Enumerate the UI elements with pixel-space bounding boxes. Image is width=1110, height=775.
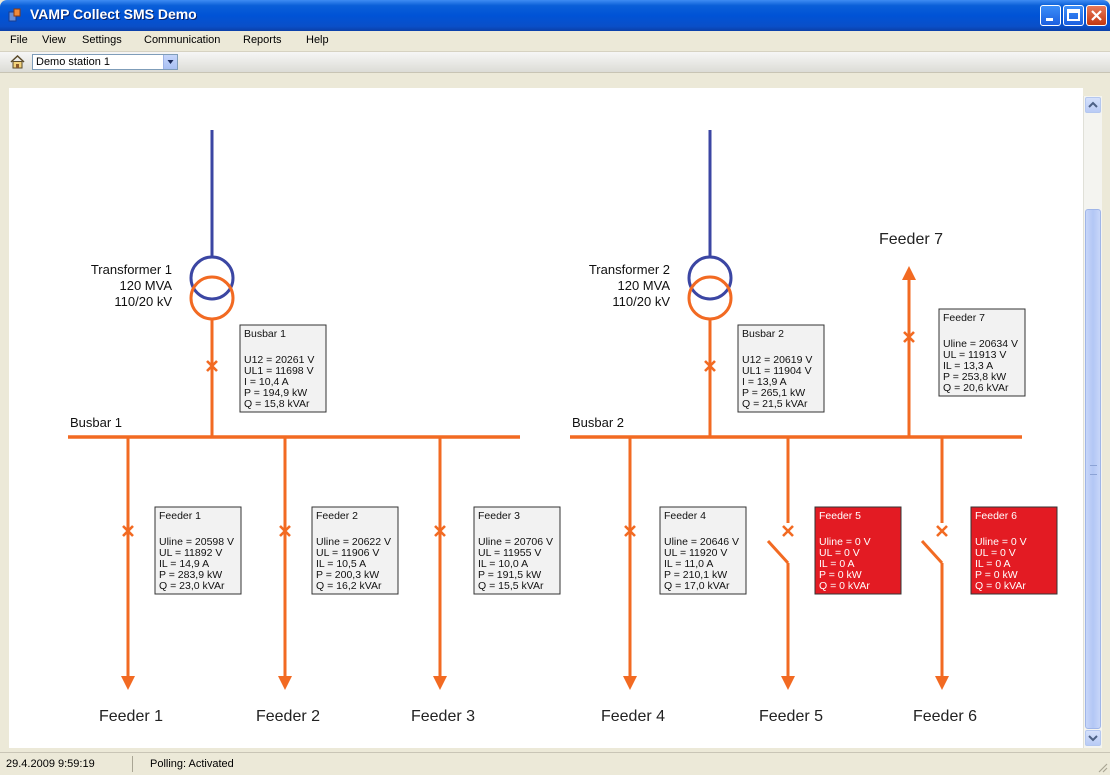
feeder-6-breaker[interactable] bbox=[936, 525, 948, 537]
feeder-4-arrow bbox=[623, 676, 637, 690]
feeder-6-measurement: Q = 0 kVAr bbox=[975, 580, 1026, 592]
feeder-4-label: Feeder 4 bbox=[601, 708, 665, 725]
title-bar[interactable]: VAMP Collect SMS Demo bbox=[0, 0, 1110, 31]
feeder-4-info-title: Feeder 4 bbox=[664, 510, 706, 522]
chevron-up-icon bbox=[1088, 101, 1098, 108]
app-icon bbox=[8, 8, 21, 22]
feeder-1-label: Feeder 1 bbox=[99, 708, 163, 725]
busbar-1-info-title: Busbar 1 bbox=[244, 328, 286, 340]
single-line-diagram: Transformer 1120 MVA110/20 kVTransformer… bbox=[68, 130, 1058, 725]
feeder-6-arrow bbox=[935, 676, 949, 690]
feeder-2-measurement: Q = 16,2 kVAr bbox=[316, 580, 382, 592]
feeder-6-info-title: Feeder 6 bbox=[975, 510, 1017, 522]
station-dropdown-button[interactable] bbox=[163, 55, 177, 69]
feeder-1-arrow bbox=[121, 676, 135, 690]
feeder-3-info-title: Feeder 3 bbox=[478, 510, 520, 522]
transformer-1-name: Transformer 1 bbox=[91, 262, 172, 277]
close-icon bbox=[1091, 10, 1102, 21]
menu-view[interactable]: View bbox=[42, 34, 66, 46]
busbar-1-measurement: Q = 15,8 kVAr bbox=[244, 398, 310, 410]
feeder-5-label: Feeder 5 bbox=[759, 708, 823, 725]
chevron-down-icon bbox=[1088, 735, 1098, 742]
feeder-7-info-title: Feeder 7 bbox=[943, 312, 985, 324]
feeder-7-label: Feeder 7 bbox=[879, 231, 943, 248]
feeder-7-measurement: Q = 20,6 kVAr bbox=[943, 382, 1009, 394]
menu-reports[interactable]: Reports bbox=[243, 34, 282, 46]
menu-file[interactable]: File bbox=[10, 34, 28, 46]
feeder-2-info-title: Feeder 2 bbox=[316, 510, 358, 522]
home-icon[interactable] bbox=[10, 55, 25, 69]
feeder-7-arrow bbox=[902, 266, 916, 280]
feeder-3-measurement: Q = 15,5 kVAr bbox=[478, 580, 544, 592]
toolbar-strip: Demo station 1 bbox=[0, 52, 1110, 73]
maximize-button[interactable] bbox=[1063, 5, 1084, 26]
transformer-1-rating: 120 MVA bbox=[119, 278, 172, 293]
feeder-5-arrow bbox=[781, 676, 795, 690]
station-select-value: Demo station 1 bbox=[36, 56, 110, 68]
toolbar: Demo station 1 bbox=[0, 52, 1110, 89]
close-button[interactable] bbox=[1086, 5, 1107, 26]
feeder-6-label: Feeder 6 bbox=[913, 708, 977, 725]
transformer-1-ratio: 110/20 kV bbox=[114, 294, 172, 309]
minimize-button[interactable] bbox=[1040, 5, 1061, 26]
scroll-up-button[interactable] bbox=[1085, 97, 1101, 113]
feeder-5-measurement: Q = 0 kVAr bbox=[819, 580, 870, 592]
menu-help[interactable]: Help bbox=[306, 34, 329, 46]
status-datetime: 29.4.2009 9:59:19 bbox=[6, 758, 95, 770]
feeder-6-open-switch[interactable] bbox=[920, 539, 944, 565]
menu-communication[interactable]: Communication bbox=[144, 34, 220, 46]
feeder-4-measurement: Q = 17,0 kVAr bbox=[664, 580, 730, 592]
scroll-thumb[interactable] bbox=[1085, 209, 1101, 729]
feeder-2-label: Feeder 2 bbox=[256, 708, 320, 725]
feeder-1-measurement: Q = 23,0 kVAr bbox=[159, 580, 225, 592]
status-bar: 29.4.2009 9:59:19 Polling: Activated bbox=[0, 752, 1110, 775]
busbar-2-info-title: Busbar 2 bbox=[742, 328, 784, 340]
feeder-5-open-switch[interactable] bbox=[766, 539, 790, 565]
feeder-3-arrow bbox=[433, 676, 447, 690]
transformer-2-name: Transformer 2 bbox=[589, 262, 670, 277]
transformer-2-rating: 120 MVA bbox=[617, 278, 670, 293]
window-title: VAMP Collect SMS Demo bbox=[30, 6, 197, 22]
scroll-down-button[interactable] bbox=[1085, 730, 1101, 746]
status-separator bbox=[132, 756, 133, 772]
menu-settings[interactable]: Settings bbox=[82, 34, 122, 46]
menu-bar: File View Settings Communication Reports… bbox=[0, 31, 1110, 52]
busbar-2-label: Busbar 2 bbox=[572, 415, 624, 430]
maximize-icon bbox=[1067, 9, 1080, 21]
feeder-2-arrow bbox=[278, 676, 292, 690]
status-polling: Polling: Activated bbox=[150, 758, 234, 770]
minimize-icon bbox=[1046, 18, 1053, 21]
transformer-2-ratio: 110/20 kV bbox=[612, 294, 670, 309]
scroll-grip bbox=[1090, 465, 1097, 475]
vertical-scrollbar[interactable] bbox=[1083, 96, 1102, 748]
busbar-2-measurement: Q = 21,5 kVAr bbox=[742, 398, 808, 410]
chevron-down-icon bbox=[167, 60, 174, 64]
feeder-5-breaker[interactable] bbox=[782, 525, 794, 537]
feeder-3-label: Feeder 3 bbox=[411, 708, 475, 725]
feeder-1-info-title: Feeder 1 bbox=[159, 510, 201, 522]
resize-grip-icon[interactable] bbox=[1096, 761, 1108, 773]
busbar-1-label: Busbar 1 bbox=[70, 415, 122, 430]
station-select[interactable]: Demo station 1 bbox=[32, 54, 178, 70]
feeder-5-info-title: Feeder 5 bbox=[819, 510, 861, 522]
